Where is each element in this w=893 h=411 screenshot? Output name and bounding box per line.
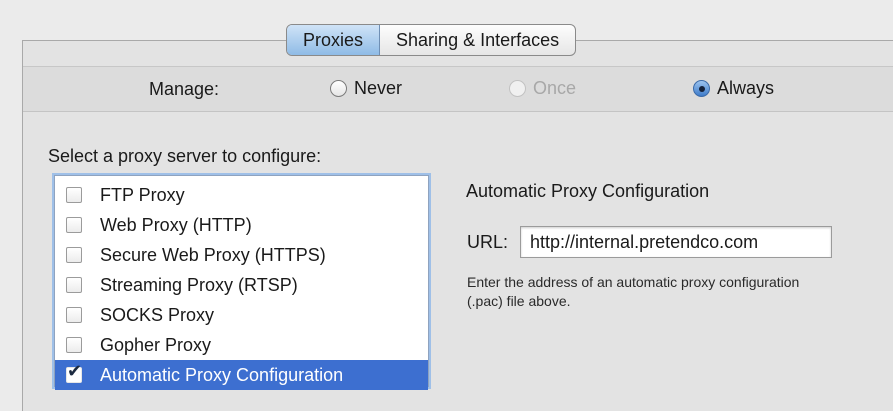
radio-button-icon (509, 80, 526, 97)
tab-proxies[interactable]: Proxies (287, 25, 381, 55)
proxy-item-label: Gopher Proxy (100, 334, 212, 355)
checkbox-icon[interactable] (66, 217, 82, 233)
proxy-item-label: Automatic Proxy Configuration (100, 364, 344, 385)
checkbox-icon[interactable] (66, 337, 82, 353)
checkbox-icon[interactable] (66, 277, 82, 293)
proxy-item-gopher[interactable]: Gopher Proxy (55, 330, 428, 360)
manage-never-radio[interactable]: Never (330, 78, 402, 99)
manage-label: Manage: (149, 79, 220, 99)
url-input[interactable]: http://internal.pretendco.com (520, 226, 832, 258)
radio-button-icon (330, 80, 347, 97)
proxy-item-streaming-rtsp[interactable]: Streaming Proxy (RTSP) (55, 270, 428, 300)
proxy-item-label: Streaming Proxy (RTSP) (100, 274, 298, 295)
checkbox-icon[interactable] (66, 307, 82, 323)
proxy-list-label: Select a proxy server to configure: (48, 146, 322, 166)
manage-never-label: Never (354, 78, 403, 98)
config-title: Automatic Proxy Configuration (466, 181, 710, 201)
proxy-item-socks[interactable]: SOCKS Proxy (55, 300, 428, 330)
url-label: URL: (467, 232, 509, 252)
proxy-item-label: Web Proxy (HTTP) (100, 214, 252, 235)
proxy-item-web-http[interactable]: Web Proxy (HTTP) (55, 210, 428, 240)
proxy-item-ftp[interactable]: FTP Proxy (55, 180, 428, 210)
proxy-item-label: SOCKS Proxy (100, 304, 215, 325)
manage-always-label: Always (717, 78, 775, 98)
manage-bar: Manage: Never Once Always (23, 66, 893, 112)
config-help-text: Enter the address of an automatic proxy … (467, 274, 800, 309)
proxy-item-automatic-config[interactable]: Automatic Proxy Configuration (55, 360, 428, 390)
proxy-list[interactable]: FTP Proxy Web Proxy (HTTP) Secure Web Pr… (54, 175, 429, 390)
checkbox-icon[interactable] (66, 187, 82, 203)
manage-always-radio[interactable]: Always (693, 78, 774, 99)
proxy-item-label: FTP Proxy (100, 184, 185, 205)
proxy-item-secure-web-https[interactable]: Secure Web Proxy (HTTPS) (55, 240, 428, 270)
radio-selected-icon (693, 80, 710, 97)
tab-bar: Proxies Sharing & Interfaces (286, 24, 577, 56)
checkbox-checked-icon[interactable] (66, 361, 82, 383)
tab-sharing-interfaces[interactable]: Sharing & Interfaces (380, 25, 575, 55)
manage-once-radio: Once (509, 78, 576, 99)
manage-once-label: Once (533, 78, 577, 98)
proxy-item-label: Secure Web Proxy (HTTPS) (100, 244, 326, 265)
checkbox-icon[interactable] (66, 247, 82, 263)
